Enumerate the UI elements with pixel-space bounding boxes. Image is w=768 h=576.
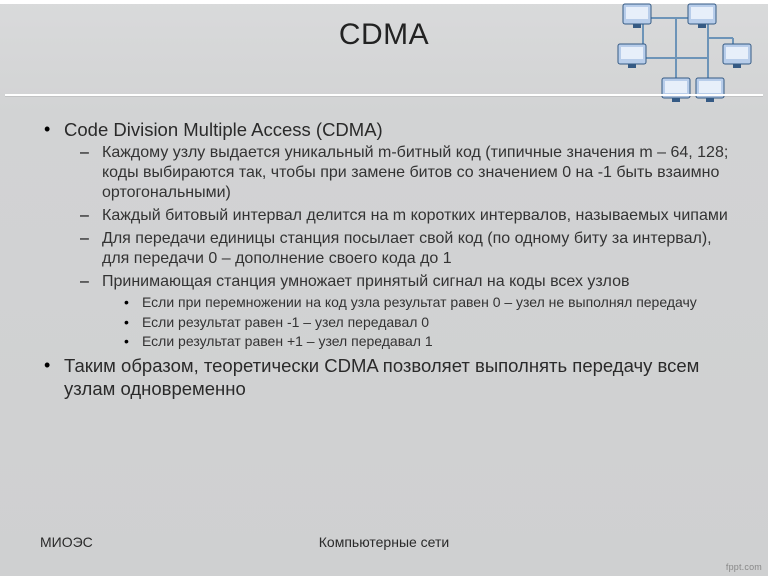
bullet-lvl2: Каждому узлу выдается уникальный m-битны… xyxy=(74,143,730,203)
title-box: CDMA xyxy=(30,18,738,82)
bullet-text: Принимающая станция умножает принятый си… xyxy=(102,273,629,290)
title-divider xyxy=(5,94,763,96)
bullet-lvl3: Если результат равен +1 – узел передавал… xyxy=(118,333,730,351)
bullet-text: Если результат равен -1 – узел передавал… xyxy=(142,314,429,330)
bullet-text: Каждому узлу выдается уникальный m-битны… xyxy=(102,144,728,201)
footer-center: Компьютерные сети xyxy=(0,534,768,550)
bullet-text: Code Division Multiple Access (CDMA) xyxy=(64,119,383,140)
bullet-text: Если результат равен +1 – узел передавал… xyxy=(142,333,433,349)
bullet-lvl2: Принимающая станция умножает принятый си… xyxy=(74,272,730,351)
slide-title: CDMA xyxy=(30,18,738,52)
bullet-lvl1: Code Division Multiple Access (CDMA) Каж… xyxy=(38,118,730,351)
slide: CDMA Code Division Multiple Access (CDMA… xyxy=(0,0,768,576)
bullet-text: Если при перемножении на код узла резуль… xyxy=(142,294,697,310)
bullet-text: Каждый битовый интервал делится на m кор… xyxy=(102,207,728,224)
bullet-lvl2: Для передачи единицы станция посылает св… xyxy=(74,229,730,269)
bullet-lvl1: Таким образом, теоретически CDMA позволя… xyxy=(38,354,730,400)
bullet-text: Для передачи единицы станция посылает св… xyxy=(102,230,712,267)
bullet-text: Таким образом, теоретически CDMA позволя… xyxy=(64,355,699,399)
content-area: Code Division Multiple Access (CDMA) Каж… xyxy=(38,118,730,403)
bullet-lvl2: Каждый битовый интервал делится на m кор… xyxy=(74,206,730,226)
bullet-lvl3: Если при перемножении на код узла резуль… xyxy=(118,294,730,312)
brand-watermark: fppt.com xyxy=(726,562,762,572)
bullet-lvl3: Если результат равен -1 – узел передавал… xyxy=(118,314,730,332)
